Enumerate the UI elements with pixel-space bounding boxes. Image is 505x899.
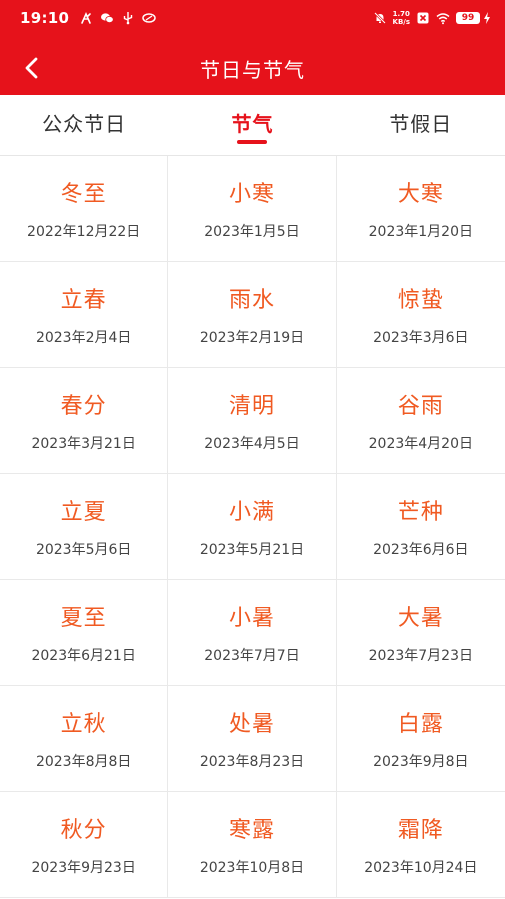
status-time: 19:10 [20, 9, 70, 27]
solar-term-name: 霜降 [397, 818, 444, 843]
solar-term-name: 立夏 [60, 500, 107, 525]
solar-term-date: 2023年2月19日 [199, 330, 305, 346]
status-bar: 19:10 1.70 KB/s 99 [0, 0, 505, 36]
solar-term-name: 惊蛰 [397, 288, 444, 313]
solar-term-cell[interactable]: 清明 2023年4月5日 [168, 368, 337, 474]
solar-term-date: 2023年2月4日 [35, 330, 132, 346]
solar-term-cell[interactable]: 谷雨 2023年4月20日 [336, 368, 505, 474]
solar-term-date: 2023年1月20日 [368, 224, 473, 240]
solar-term-name: 小暑 [228, 606, 275, 631]
solar-term-cell[interactable]: 小暑 2023年7月7日 [168, 580, 337, 686]
network-speed-value: 1.70 [392, 10, 410, 18]
solar-term-name: 秋分 [60, 818, 107, 843]
solar-term-date: 2023年7月23日 [368, 648, 473, 664]
sim-off-icon [416, 11, 430, 25]
solar-term-name: 处暑 [228, 712, 275, 737]
solar-term-date: 2022年12月22日 [27, 224, 141, 240]
solar-term-cell[interactable]: 雨水 2023年2月19日 [168, 262, 337, 368]
solar-term-cell[interactable]: 秋分 2023年9月23日 [0, 792, 169, 898]
wifi-icon [436, 11, 450, 25]
solar-term-cell[interactable]: 寒露 2023年10月8日 [168, 792, 337, 898]
tab-public-holidays[interactable]: 公众节日 [0, 95, 168, 155]
status-bar-left: 19:10 [20, 9, 163, 27]
solar-term-date: 2023年5月6日 [35, 542, 132, 558]
charging-icon [483, 12, 491, 24]
solar-term-date: 2023年4月20日 [368, 436, 473, 452]
solar-term-date: 2023年8月23日 [199, 754, 305, 770]
solar-term-date: 2023年6月6日 [373, 542, 469, 558]
solar-term-date: 2023年1月5日 [204, 224, 300, 240]
solar-term-name: 春分 [60, 394, 107, 419]
tab-bar: 公众节日 节气 节假日 [0, 95, 505, 156]
solar-term-cell[interactable]: 霜降 2023年10月24日 [336, 792, 505, 898]
solar-term-name: 芒种 [397, 500, 444, 525]
solar-term-date: 2023年4月5日 [204, 436, 300, 452]
solar-term-cell[interactable]: 春分 2023年3月21日 [0, 368, 169, 474]
solar-term-date: 2023年9月8日 [373, 754, 469, 770]
solar-term-cell[interactable]: 冬至 2022年12月22日 [0, 156, 169, 262]
solar-term-name: 小满 [228, 500, 275, 525]
solar-term-cell[interactable]: 白露 2023年9月8日 [336, 686, 505, 792]
tab-statutory-holidays[interactable]: 节假日 [337, 95, 505, 155]
tab-selected-indicator [237, 140, 268, 144]
flame-icon [79, 11, 93, 25]
solar-term-cell[interactable]: 芒种 2023年6月6日 [336, 474, 505, 580]
solar-term-name: 冬至 [60, 182, 107, 207]
solar-term-name: 寒露 [228, 818, 275, 843]
solar-term-cell[interactable]: 立秋 2023年8月8日 [0, 686, 169, 792]
tab-label: 节气 [231, 112, 274, 136]
solar-terms-grid: 冬至 2022年12月22日 小寒 2023年1月5日 大寒 2023年1月20日 立… [0, 156, 505, 898]
wechat-icon [100, 11, 114, 25]
solar-term-name: 谷雨 [397, 394, 444, 419]
solar-term-name: 立秋 [60, 712, 107, 737]
do-not-disturb-icon [373, 11, 387, 25]
solar-term-date: 2023年6月21日 [31, 648, 136, 664]
solar-term-date: 2023年8月8日 [35, 754, 132, 770]
page-title: 节日与节气 [200, 58, 305, 82]
solar-term-cell[interactable]: 小寒 2023年1月5日 [168, 156, 337, 262]
solar-term-name: 白露 [397, 712, 444, 737]
solar-term-cell[interactable]: 惊蛰 2023年3月6日 [336, 262, 505, 368]
solar-term-cell[interactable]: 立夏 2023年5月6日 [0, 474, 169, 580]
solar-term-cell[interactable]: 大寒 2023年1月20日 [336, 156, 505, 262]
solar-term-cell[interactable]: 处暑 2023年8月23日 [168, 686, 337, 792]
battery-icon: 99 [456, 12, 480, 24]
app-logo-icon [142, 11, 156, 25]
solar-term-cell[interactable]: 大暑 2023年7月23日 [336, 580, 505, 686]
solar-term-date: 2023年10月24日 [364, 860, 478, 876]
solar-term-date: 2023年3月6日 [373, 330, 469, 346]
solar-term-name: 立春 [60, 288, 107, 313]
solar-term-name: 小寒 [228, 182, 275, 207]
solar-term-name: 清明 [228, 394, 275, 419]
solar-term-cell[interactable]: 小满 2023年5月21日 [168, 474, 337, 580]
network-speed: 1.70 KB/s [393, 10, 410, 26]
solar-term-date: 2023年9月23日 [31, 860, 136, 876]
solar-term-name: 雨水 [228, 288, 275, 313]
solar-term-date: 2023年3月21日 [31, 436, 136, 452]
tab-solar-terms[interactable]: 节气 [168, 95, 336, 155]
tab-label: 公众节日 [42, 112, 127, 136]
tab-label: 节假日 [389, 112, 453, 136]
solar-term-cell[interactable]: 夏至 2023年6月21日 [0, 580, 169, 686]
app-header: 节日与节气 [0, 36, 505, 95]
status-bar-right: 1.70 KB/s 99 [367, 10, 491, 26]
solar-term-name: 大寒 [397, 182, 444, 207]
solar-term-date: 2023年7月7日 [204, 648, 300, 664]
solar-term-date: 2023年5月21日 [199, 542, 305, 558]
usb-icon [121, 11, 135, 25]
solar-term-date: 2023年10月8日 [199, 860, 305, 876]
solar-term-name: 大暑 [397, 606, 444, 631]
solar-term-name: 夏至 [60, 606, 107, 631]
network-speed-unit: KB/s [392, 18, 410, 26]
solar-term-cell[interactable]: 立春 2023年2月4日 [0, 262, 169, 368]
